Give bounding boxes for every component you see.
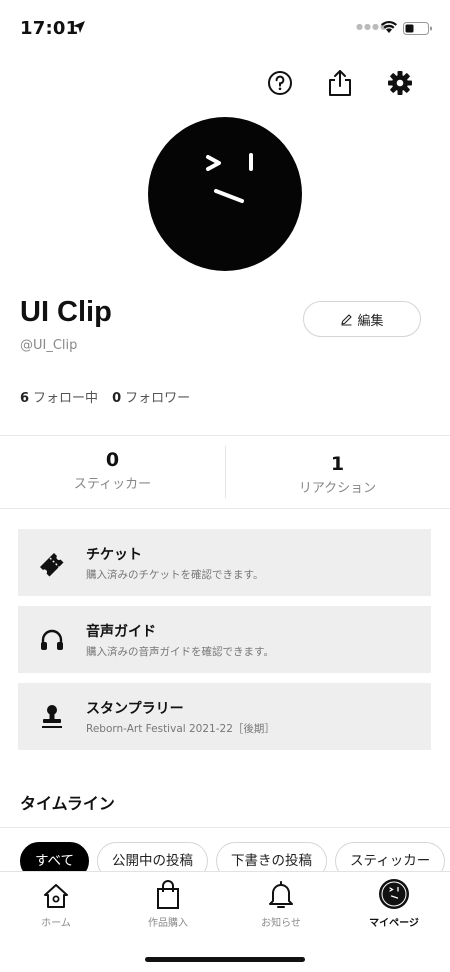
header-actions	[250, 66, 430, 100]
follow-counts: 6 フォロー中 0 フォロワー	[20, 387, 190, 406]
followers-count: 0	[112, 391, 122, 406]
card-title: スタンプラリー	[86, 701, 184, 717]
tab-mypage[interactable]: マイページ	[338, 872, 450, 942]
share-icon	[329, 70, 351, 96]
card-title: チケット	[86, 547, 142, 563]
followers-label: フォロワー	[125, 391, 191, 406]
headphones-icon	[36, 624, 68, 656]
ticket-icon	[36, 547, 68, 579]
stat-label: スティッカー	[73, 477, 152, 492]
following-link[interactable]: 6 フォロー中	[20, 387, 98, 406]
edit-label: 編集	[357, 313, 384, 329]
share-button[interactable]	[310, 66, 370, 100]
home-icon	[44, 884, 68, 908]
avatar-face-icon	[206, 153, 253, 203]
tab-label: マイページ	[369, 918, 419, 929]
home-indicator	[145, 957, 305, 962]
card-subtitle: Reborn-Art Festival 2021-22［後期］	[86, 723, 275, 735]
battery-icon	[403, 22, 432, 35]
tab-home[interactable]: ホーム	[0, 872, 112, 942]
stamp-rally-card[interactable]: スタンプラリー Reborn-Art Festival 2021-22［後期］	[18, 683, 431, 750]
card-subtitle: 購入済みのチケットを確認できます。	[86, 569, 264, 581]
stat-reactions[interactable]: 1 リアクション	[225, 436, 450, 508]
avatar-icon	[379, 879, 409, 909]
status-bar: 17:01 ●●●●	[0, 0, 450, 58]
help-icon	[268, 71, 292, 95]
tab-label: お知らせ	[261, 918, 301, 929]
edit-profile-button[interactable]: 編集	[303, 301, 421, 337]
shopping-bag-icon	[157, 880, 179, 909]
ticket-card[interactable]: チケット 購入済みのチケットを確認できます。	[18, 529, 431, 596]
followers-link[interactable]: 0 フォロワー	[112, 387, 190, 406]
settings-button[interactable]	[370, 66, 430, 100]
following-count: 6	[20, 391, 30, 406]
status-time: 17:01	[20, 18, 79, 39]
stamp-icon	[36, 701, 68, 733]
following-label: フォロー中	[33, 391, 99, 406]
stat-label: リアクション	[298, 481, 377, 496]
wifi-icon	[381, 21, 397, 33]
tab-label: ホーム	[41, 918, 71, 929]
help-button[interactable]	[250, 66, 310, 100]
stat-stickers[interactable]: 0 スティッカー	[0, 436, 225, 508]
bell-icon	[269, 881, 293, 908]
divider	[0, 827, 450, 828]
location-arrow-icon	[73, 21, 85, 33]
stat-value: 1	[330, 453, 345, 475]
profile-stats: 0 スティッカー 1 リアクション	[0, 436, 450, 508]
avatar[interactable]	[148, 117, 302, 271]
tab-purchase[interactable]: 作品購入	[112, 872, 224, 942]
pencil-icon	[341, 313, 353, 325]
profile-name: UI Clip	[20, 296, 112, 328]
tab-label: 作品購入	[148, 918, 188, 929]
card-title: 音声ガイド	[86, 624, 156, 640]
audio-guide-card[interactable]: 音声ガイド 購入済みの音声ガイドを確認できます。	[18, 606, 431, 673]
stat-value: 0	[105, 449, 120, 471]
timeline-title: タイムライン	[20, 794, 115, 813]
divider	[0, 508, 450, 509]
profile-handle: @UI_Clip	[20, 338, 78, 353]
card-subtitle: 購入済みの音声ガイドを確認できます。	[86, 646, 274, 658]
gear-icon	[388, 71, 412, 95]
tab-notifications[interactable]: お知らせ	[225, 872, 337, 942]
